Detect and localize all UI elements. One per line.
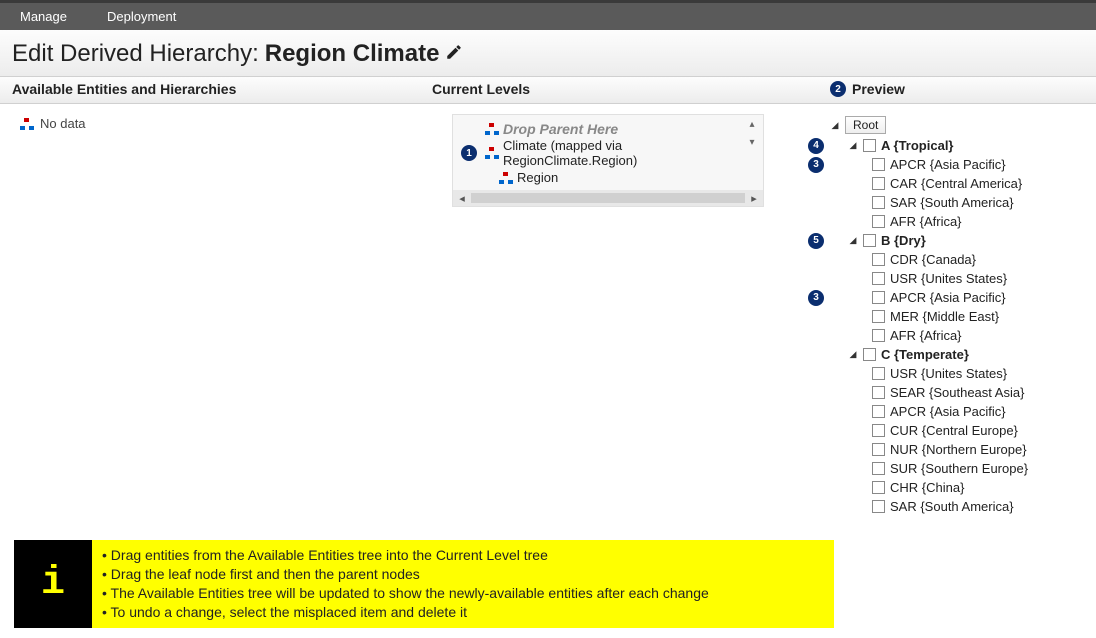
hierarchy-icon: [20, 118, 34, 130]
preview-item-label[interactable]: APCR {Asia Pacific}: [890, 157, 1006, 172]
preview-item-label[interactable]: CAR {Central America}: [890, 176, 1022, 191]
checkbox[interactable]: [872, 272, 885, 285]
preview-item-label[interactable]: SAR {South America}: [890, 499, 1014, 514]
preview-item-label[interactable]: CHR {China}: [890, 480, 964, 495]
menu-deployment[interactable]: Deployment: [107, 9, 176, 24]
column-headers: Available Entities and Hierarchies Curre…: [0, 77, 1096, 104]
checkbox[interactable]: [872, 424, 885, 437]
header-preview-label: Preview: [852, 81, 905, 97]
title-prefix: Edit Derived Hierarchy:: [12, 40, 259, 68]
toggle-icon[interactable]: ◢: [848, 236, 858, 246]
preview-group-label[interactable]: C {Temperate}: [881, 347, 969, 362]
current-climate-label: Climate (mapped via RegionClimate.Region…: [503, 138, 759, 168]
checkbox[interactable]: [872, 310, 885, 323]
panel-available: No data: [12, 114, 432, 516]
checkbox[interactable]: [872, 196, 885, 209]
checkbox[interactable]: [872, 367, 885, 380]
scrollbar-track[interactable]: [471, 193, 745, 203]
checkbox[interactable]: [872, 158, 885, 171]
help-line: Drag entities from the Available Entitie…: [102, 546, 824, 565]
badge: 5: [808, 233, 824, 249]
badge-preview: 2: [830, 81, 846, 97]
info-icon: i: [14, 540, 92, 628]
menubar: Manage Deployment: [0, 0, 1096, 30]
preview-item-label[interactable]: AFR {Africa}: [890, 328, 962, 343]
drop-parent-row[interactable]: Drop Parent Here: [485, 121, 759, 137]
checkbox[interactable]: [872, 177, 885, 190]
scroll-down-icon[interactable]: ▾: [745, 137, 759, 147]
badge: 3: [808, 290, 824, 306]
panel-preview: ◢Root4◢A {Tropical}3APCR {Asia Pacific}C…: [830, 114, 1084, 516]
help-callout: i Drag entities from the Available Entit…: [14, 540, 834, 628]
checkbox[interactable]: [872, 215, 885, 228]
help-text: Drag entities from the Available Entitie…: [92, 540, 834, 628]
current-level-climate[interactable]: 1 Climate (mapped via RegionClimate.Regi…: [485, 137, 759, 169]
help-line: Drag the leaf node first and then the pa…: [102, 565, 824, 584]
preview-item-label[interactable]: SEAR {Southeast Asia}: [890, 385, 1024, 400]
badge: 4: [808, 138, 824, 154]
preview-item-label[interactable]: MER {Middle East}: [890, 309, 999, 324]
checkbox[interactable]: [872, 386, 885, 399]
toggle-icon[interactable]: ◢: [848, 141, 858, 151]
preview-item-label[interactable]: APCR {Asia Pacific}: [890, 290, 1006, 305]
drop-parent-label: Drop Parent Here: [503, 121, 618, 137]
scroll-right-icon[interactable]: ▸: [745, 192, 763, 205]
badge: 3: [808, 157, 824, 173]
toggle-icon[interactable]: ◢: [848, 350, 858, 360]
header-preview: 2 Preview: [830, 81, 1084, 97]
hierarchy-icon: [485, 123, 499, 135]
header-available: Available Entities and Hierarchies: [12, 81, 432, 97]
help-line: To undo a change, select the misplaced i…: [102, 603, 824, 622]
preview-item-label[interactable]: APCR {Asia Pacific}: [890, 404, 1006, 419]
current-region-label: Region: [517, 170, 558, 185]
checkbox[interactable]: [863, 348, 876, 361]
panel-current: Drop Parent Here 1 Climate (mapped via R…: [432, 114, 830, 516]
help-line: The Available Entities tree will be upda…: [102, 584, 824, 603]
hierarchy-icon: [499, 172, 513, 184]
preview-root-button[interactable]: Root: [845, 116, 886, 134]
available-nodata-row: No data: [12, 116, 432, 131]
hierarchy-icon: [485, 147, 499, 159]
checkbox[interactable]: [872, 481, 885, 494]
header-current: Current Levels: [432, 81, 830, 97]
horizontal-scrollbar[interactable]: ◂ ▸: [453, 190, 763, 206]
preview-item-label[interactable]: USR {Unites States}: [890, 271, 1007, 286]
scroll-left-icon[interactable]: ◂: [453, 192, 471, 205]
preview-item-label[interactable]: USR {Unites States}: [890, 366, 1007, 381]
checkbox[interactable]: [863, 234, 876, 247]
preview-group-label[interactable]: A {Tropical}: [881, 138, 953, 153]
menu-manage[interactable]: Manage: [20, 9, 67, 24]
available-nodata-text: No data: [40, 116, 86, 131]
current-levels-box[interactable]: Drop Parent Here 1 Climate (mapped via R…: [452, 114, 764, 207]
preview-item-label[interactable]: SUR {Southern Europe}: [890, 461, 1028, 476]
page-title-area: Edit Derived Hierarchy: Region Climate: [0, 30, 1096, 77]
hierarchy-name: Region Climate: [265, 40, 440, 68]
preview-item-label[interactable]: SAR {South America}: [890, 195, 1014, 210]
badge-climate: 1: [461, 145, 477, 161]
checkbox[interactable]: [872, 291, 885, 304]
scroll-up-icon[interactable]: ▴: [745, 119, 759, 129]
preview-item-label[interactable]: CDR {Canada}: [890, 252, 976, 267]
preview-item-label[interactable]: CUR {Central Europe}: [890, 423, 1018, 438]
checkbox[interactable]: [872, 443, 885, 456]
checkbox[interactable]: [872, 253, 885, 266]
pencil-icon[interactable]: [445, 40, 463, 68]
checkbox[interactable]: [863, 139, 876, 152]
preview-item-label[interactable]: NUR {Northern Europe}: [890, 442, 1027, 457]
checkbox[interactable]: [872, 329, 885, 342]
checkbox[interactable]: [872, 500, 885, 513]
preview-group-label[interactable]: B {Dry}: [881, 233, 926, 248]
preview-item-label[interactable]: AFR {Africa}: [890, 214, 962, 229]
checkbox[interactable]: [872, 462, 885, 475]
current-level-region[interactable]: Region: [485, 169, 759, 186]
checkbox[interactable]: [872, 405, 885, 418]
toggle-icon[interactable]: ◢: [830, 120, 840, 130]
